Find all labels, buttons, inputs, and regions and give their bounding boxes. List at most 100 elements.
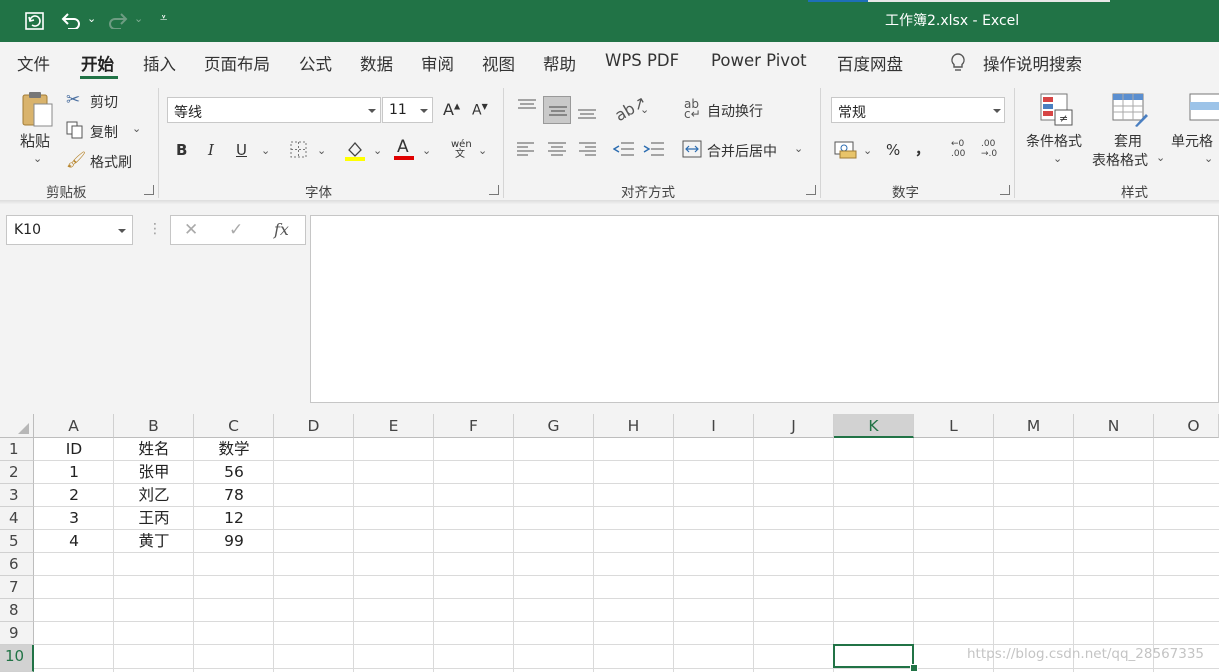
decrease-indent-icon[interactable] (613, 141, 635, 159)
format-as-table-dropdown-icon[interactable]: ⌄ (1156, 151, 1165, 164)
cell-c1[interactable]: 数学 (194, 438, 274, 461)
formula-input[interactable] (310, 215, 1219, 403)
decrease-font-size-icon[interactable]: A▼ (472, 102, 488, 119)
tab-data[interactable]: 数据 (360, 51, 393, 75)
column-header-m[interactable]: M (994, 414, 1074, 438)
cell-a2[interactable]: 1 (34, 461, 114, 484)
tab-view[interactable]: 视图 (482, 51, 515, 75)
font-name-select[interactable]: 等线 (167, 97, 381, 123)
row-header-2[interactable]: 2 (0, 461, 34, 484)
tab-help[interactable]: 帮助 (543, 51, 576, 75)
borders-dropdown-icon[interactable]: ⌄ (317, 144, 326, 157)
conditional-formatting-dropdown-icon[interactable]: ⌄ (1053, 152, 1062, 165)
clipboard-launcher-icon[interactable] (144, 185, 154, 195)
column-header-e[interactable]: E (354, 414, 434, 438)
cell-b5[interactable]: 黄丁 (114, 530, 194, 553)
tell-me-search[interactable]: 操作说明搜索 (983, 51, 1082, 75)
tab-baidu-netdisk[interactable]: 百度网盘 (837, 51, 903, 75)
row-header-5[interactable]: 5 (0, 530, 34, 553)
column-header-h[interactable]: H (594, 414, 674, 438)
cell-styles-button[interactable]: 单元格 ⌄ (1168, 90, 1219, 170)
tab-formulas[interactable]: 公式 (299, 51, 332, 75)
cancel-icon[interactable]: ✕ (184, 220, 198, 240)
borders-icon[interactable] (290, 141, 308, 159)
cell-b1[interactable]: 姓名 (114, 438, 194, 461)
decrease-decimal-icon[interactable]: .00 →.0 (981, 139, 1003, 159)
phonetic-guide-icon[interactable]: wén 文 (451, 140, 472, 160)
row-header-9[interactable]: 9 (0, 622, 34, 645)
row-header-7[interactable]: 7 (0, 576, 34, 599)
column-header-j[interactable]: J (754, 414, 834, 438)
font-size-select[interactable]: 11 (382, 97, 433, 123)
percent-style-button[interactable]: % (886, 141, 900, 159)
row-header-4[interactable]: 4 (0, 507, 34, 530)
italic-button[interactable]: I (208, 141, 214, 159)
font-launcher-icon[interactable] (489, 185, 499, 195)
cell-c4[interactable]: 12 (194, 507, 274, 530)
tab-home[interactable]: 开始 (81, 51, 114, 75)
align-right-icon[interactable] (577, 141, 597, 157)
column-header-a[interactable]: A (34, 414, 114, 438)
merge-center-button[interactable]: 合并后居中 ⌄ (682, 139, 812, 161)
cell-styles-dropdown-icon[interactable]: ⌄ (1204, 152, 1213, 165)
format-as-table-button[interactable]: 套用 表格格式 ⌄ (1090, 90, 1168, 170)
insert-function-icon[interactable]: fx (274, 220, 289, 239)
resize-handle-icon[interactable]: ⋮ (148, 221, 162, 237)
number-launcher-icon[interactable] (1000, 185, 1010, 195)
underline-button[interactable]: U (236, 141, 247, 159)
undo-dropdown-icon[interactable]: ⌄ (87, 12, 96, 34)
cell-a3[interactable]: 2 (34, 484, 114, 507)
wrap-text-button[interactable]: ab c↵ 自动换行 (684, 98, 784, 121)
alignment-launcher-icon[interactable] (806, 185, 816, 195)
tab-review[interactable]: 审阅 (421, 51, 454, 75)
row-header-1[interactable]: 1 (0, 438, 34, 461)
accounting-format-icon[interactable] (834, 140, 858, 160)
tab-insert[interactable]: 插入 (143, 51, 176, 75)
fill-color-icon[interactable] (344, 138, 366, 162)
paste-button[interactable]: 粘贴 ⌄ (14, 88, 60, 170)
cell-c2[interactable]: 56 (194, 461, 274, 484)
active-cell-k10[interactable] (833, 644, 914, 668)
font-color-button[interactable]: A (393, 137, 415, 161)
tab-power-pivot[interactable]: Power Pivot (711, 51, 807, 70)
cell-c5[interactable]: 99 (194, 530, 274, 553)
conditional-formatting-button[interactable]: ≠ 条件格式 ⌄ (1024, 90, 1090, 170)
column-header-c[interactable]: C (194, 414, 274, 438)
underline-dropdown-icon[interactable]: ⌄ (261, 144, 270, 157)
merge-dropdown-icon[interactable]: ⌄ (794, 142, 803, 155)
paste-dropdown-icon[interactable]: ⌄ (33, 152, 42, 165)
tab-page-layout[interactable]: 页面布局 (204, 51, 270, 75)
bold-button[interactable]: B (176, 141, 187, 159)
increase-font-size-icon[interactable]: A▲ (443, 100, 460, 119)
align-left-icon[interactable] (516, 141, 536, 157)
column-header-k[interactable]: K (834, 414, 914, 438)
cell-a4[interactable]: 3 (34, 507, 114, 530)
fill-color-dropdown-icon[interactable]: ⌄ (373, 144, 382, 157)
number-format-select[interactable]: 常规 (831, 97, 1005, 123)
column-header-n[interactable]: N (1074, 414, 1154, 438)
row-header-8[interactable]: 8 (0, 599, 34, 622)
name-box[interactable]: K10 (6, 215, 133, 245)
copy-dropdown-icon[interactable]: ⌄ (132, 122, 141, 135)
column-header-o[interactable]: O (1154, 414, 1219, 438)
cell-b3[interactable]: 刘乙 (114, 484, 194, 507)
cell-a1[interactable]: ID (34, 438, 114, 461)
increase-indent-icon[interactable] (643, 141, 665, 159)
tab-wps-pdf[interactable]: WPS PDF (605, 51, 679, 70)
column-header-d[interactable]: D (274, 414, 354, 438)
column-header-f[interactable]: F (434, 414, 514, 438)
column-header-g[interactable]: G (514, 414, 594, 438)
comma-style-button[interactable]: ， (915, 138, 930, 159)
enter-icon[interactable]: ✓ (229, 220, 243, 240)
orientation-dropdown-icon[interactable]: ⌄ (640, 103, 649, 116)
column-header-b[interactable]: B (114, 414, 194, 438)
autosave-icon[interactable] (24, 11, 46, 31)
column-header-i[interactable]: I (674, 414, 754, 438)
align-center-icon[interactable] (547, 141, 567, 157)
cut-button[interactable]: ✂ 剪切 (66, 90, 154, 112)
row-header-10[interactable]: 10 (0, 645, 34, 672)
align-bottom-icon[interactable] (576, 104, 598, 122)
phonetic-dropdown-icon[interactable]: ⌄ (478, 144, 487, 157)
customize-qat-icon[interactable]: ⩡ (160, 11, 167, 33)
cell-a5[interactable]: 4 (34, 530, 114, 553)
